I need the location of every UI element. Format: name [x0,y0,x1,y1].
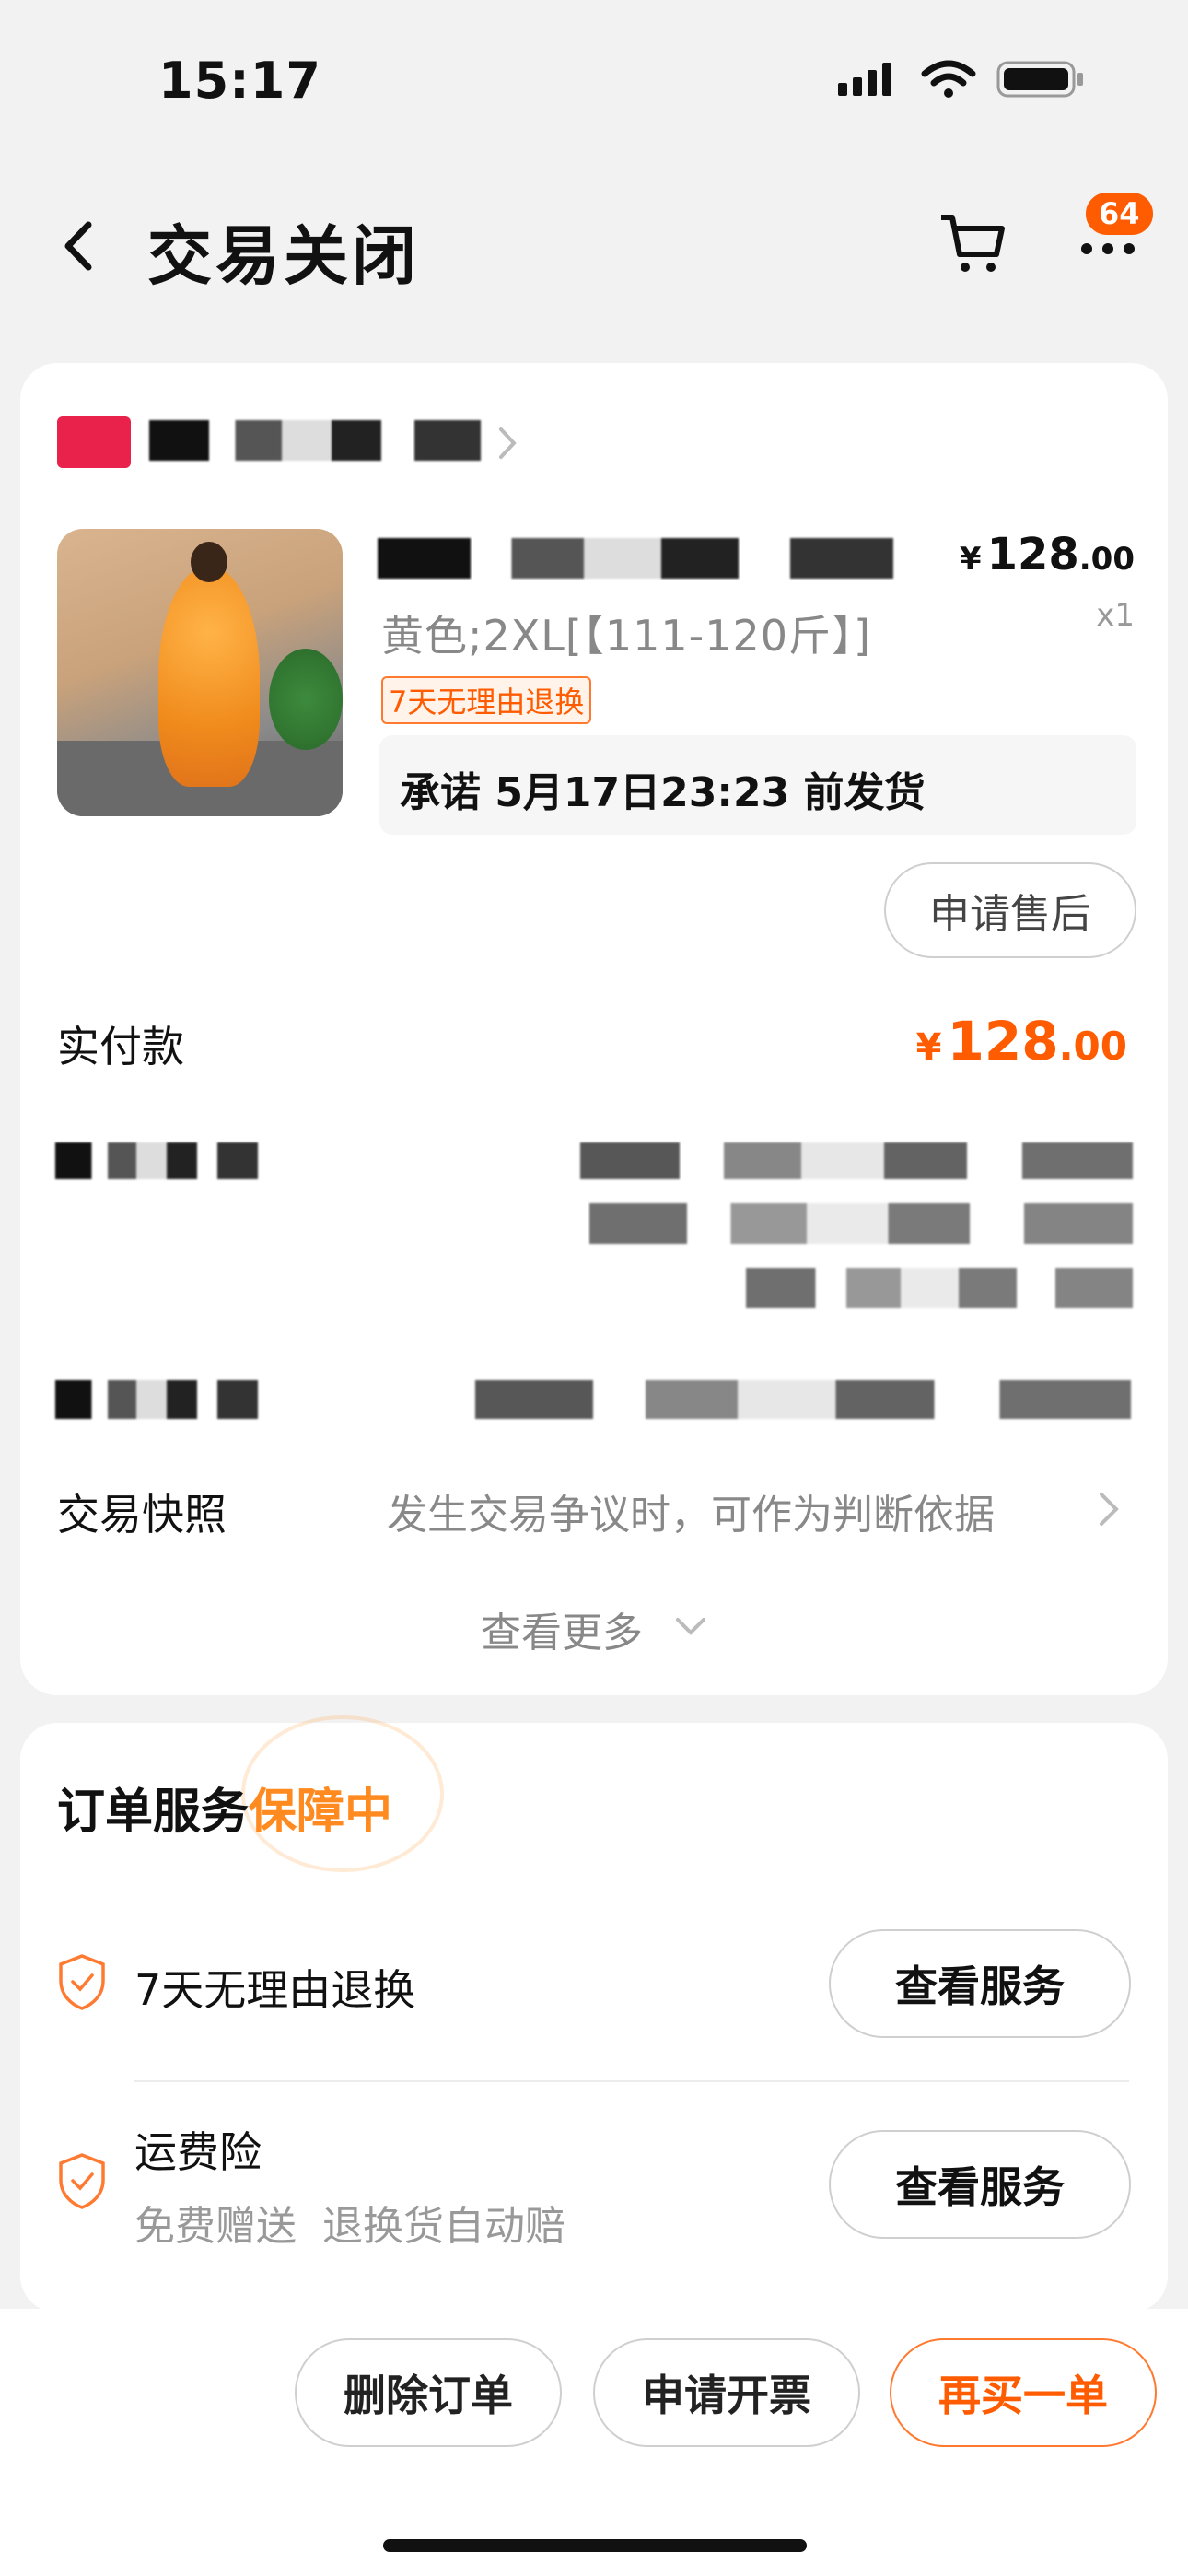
chevron-down-icon[interactable] [672,1614,709,1640]
signal-icon [838,63,891,96]
status-time: 15:17 [158,52,321,110]
see-more-button[interactable]: 查看更多 [481,1599,643,1658]
rebuy-button[interactable]: 再买一单 [890,2338,1157,2447]
divider [134,2080,1129,2082]
shop-logo [57,416,131,468]
cart-icon[interactable] [936,208,1009,282]
shield-check-icon [59,2153,105,2209]
product-title-redacted[interactable] [378,538,893,579]
view-service-button[interactable]: 查看服务 [829,1929,1131,2038]
view-service-button[interactable]: 查看服务 [829,2130,1131,2239]
ship-promise: 承诺 5月17日23:23 前发货 [379,735,1136,835]
snapshot-chevron-icon[interactable] [1096,1489,1122,1529]
home-indicator[interactable] [383,2539,807,2552]
back-icon[interactable] [52,214,107,278]
redacted-row-1-value-2 [589,1203,1133,1244]
service-title: 订单服务保障中 [57,1785,393,1840]
item-quantity: x1 [1096,597,1135,634]
snapshot-desc[interactable]: 发生交易争议时，可作为判断依据 [387,1481,995,1540]
shop-chevron-icon[interactable] [495,424,519,463]
service-item-return: 7天无理由退换 [134,1965,416,2015]
after-sale-button[interactable]: 申请售后 [884,862,1136,958]
redacted-row-1-value [580,1142,1133,1179]
status-icons [836,59,1085,100]
page-title: 交易关闭 [147,218,420,294]
battery-icon [996,61,1083,98]
return-tag: 7天无理由退换 [381,676,592,724]
service-item-shipping-sub: 免费赠送 退换货自动赔 [134,2203,565,2250]
wifi-icon [921,60,976,98]
paid-label: 实付款 [57,1022,184,1071]
redacted-row-2-label [55,1380,258,1419]
paid-amount: ¥128.00 [915,1010,1127,1072]
shop-name-redacted[interactable] [149,420,481,461]
invoice-button[interactable]: 申请开票 [593,2338,860,2447]
shield-check-icon [59,1954,105,2010]
redacted-row-2-value [475,1380,1131,1419]
redacted-row-1-value-3 [746,1268,1133,1308]
service-item-shipping-insurance: 运费险 [134,2127,262,2177]
snapshot-label[interactable]: 交易快照 [57,1481,227,1542]
redacted-row-1-label [55,1142,258,1179]
delete-order-button[interactable]: 删除订单 [295,2338,562,2447]
product-image[interactable] [57,529,343,816]
product-sku: 黄色;2XL[【111-120斤】] [381,611,871,661]
message-badge: 64 [1083,190,1156,238]
item-price: ¥128.00 [959,529,1135,580]
